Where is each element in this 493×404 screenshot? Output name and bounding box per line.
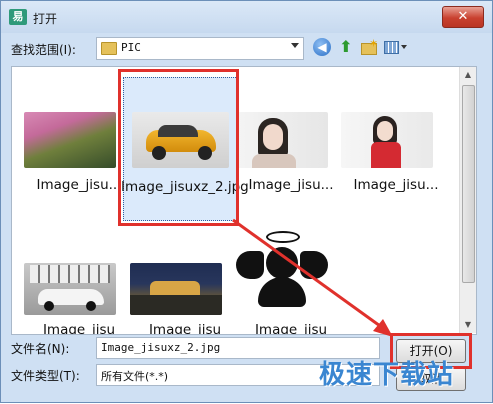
- watermark: 极速下载站: [319, 360, 455, 390]
- file-name-value: Image_jisuxz_2.jpg: [101, 341, 221, 354]
- file-name-label: 文件名(N):: [11, 342, 70, 356]
- file-type-label: 文件类型(T):: [11, 369, 80, 383]
- file-type-value: 所有文件(*.*): [101, 370, 169, 383]
- open-file-dialog: 易 打开 ✕ 查找范围(I): PIC ◀ ⬆ ✶ Image_jisu...: [0, 0, 493, 403]
